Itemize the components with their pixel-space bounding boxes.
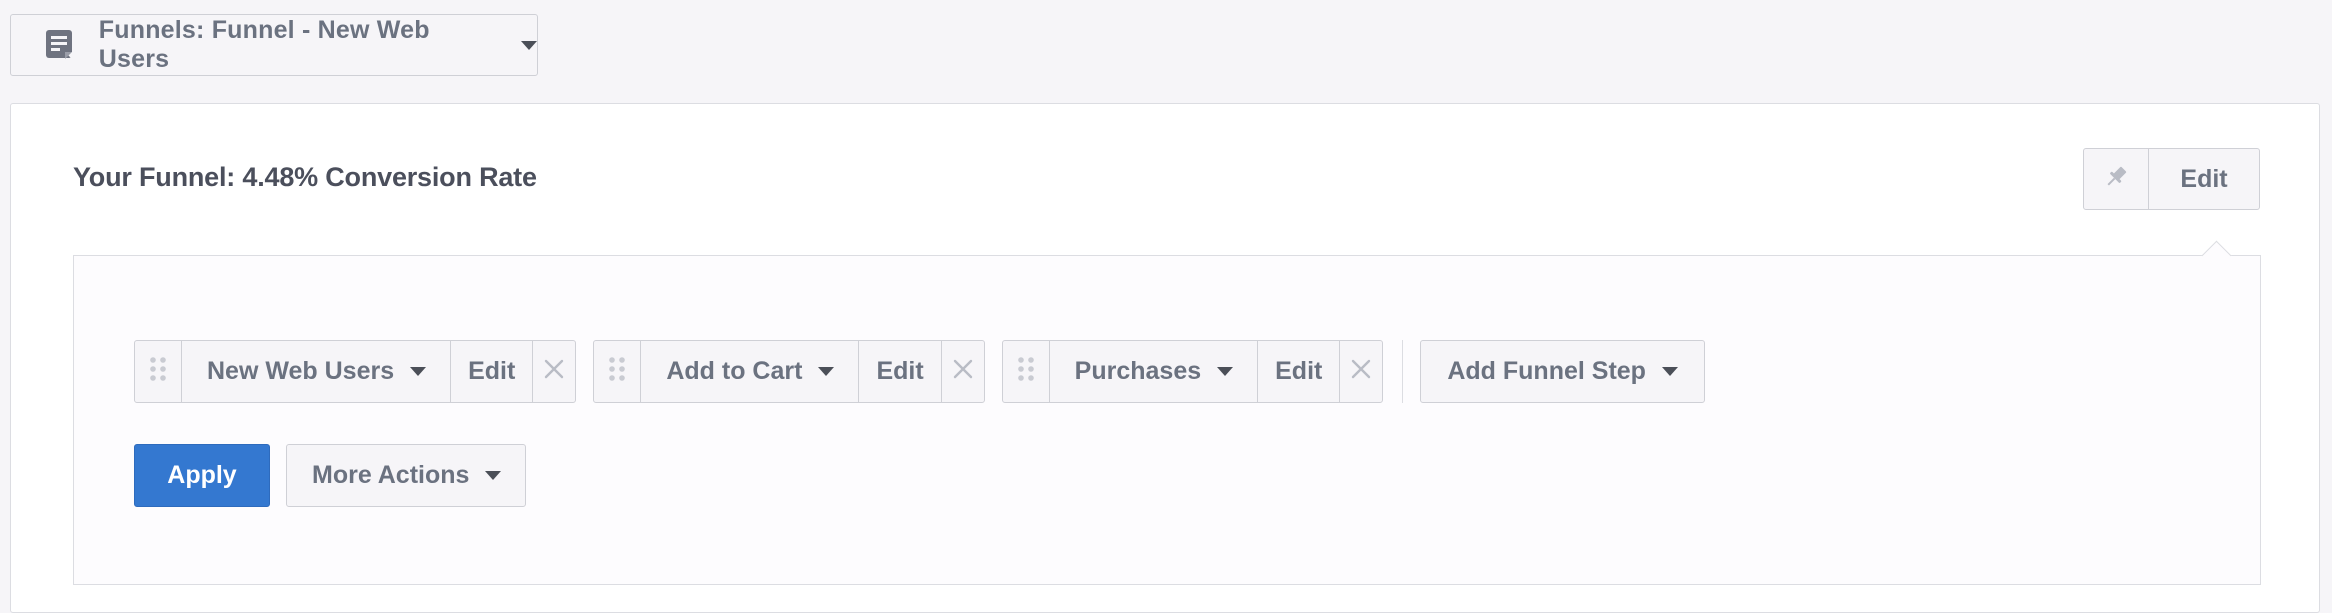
steps-divider [1402,340,1404,403]
remove-step-button[interactable] [1340,341,1382,402]
pin-button[interactable] [2084,149,2149,209]
document-icon [41,26,79,64]
panel-toolbar: Edit [2083,148,2260,210]
drag-handle[interactable] [594,341,642,402]
add-funnel-step-label: Add Funnel Step [1447,357,1646,385]
close-icon [952,358,974,385]
chevron-down-icon [485,471,502,480]
remove-step-button[interactable] [942,341,984,402]
step-edit-button[interactable]: Edit [859,341,942,402]
funnel-panel: Your Funnel: 4.48% Conversion Rate Edit [10,103,2320,613]
chevron-down-icon [521,40,537,50]
drag-handle[interactable] [135,341,182,402]
add-funnel-step-button[interactable]: Add Funnel Step [1420,340,1705,403]
pin-icon [2102,163,2130,196]
drag-handle-icon [149,356,167,387]
close-icon [1350,358,1372,385]
step-name: Add to Cart [666,357,803,385]
drag-handle-icon [1017,356,1035,387]
step-name: Purchases [1074,357,1202,385]
funnel-step: Add to Cart Edit [593,340,985,403]
apply-button[interactable]: Apply [134,444,270,507]
step-edit-button[interactable]: Edit [451,341,534,402]
funnel-step: Purchases Edit [1001,340,1384,403]
step-dropdown[interactable]: Add to Cart [641,341,860,402]
close-icon [543,358,565,385]
funnel-steps: New Web Users Edit Add to Cart Edit Purc… [134,340,1705,403]
panel-title: Your Funnel: 4.48% Conversion Rate [73,162,537,192]
funnel-step: New Web Users Edit [134,340,577,403]
chevron-down-icon [410,367,427,376]
actions-row: Apply More Actions [134,444,527,507]
chevron-down-icon [818,367,835,376]
more-actions-button[interactable]: More Actions [286,444,527,507]
step-dropdown[interactable]: New Web Users [182,341,452,402]
step-dropdown[interactable]: Purchases [1050,341,1259,402]
step-name: New Web Users [207,357,395,385]
step-edit-button[interactable]: Edit [1258,341,1341,402]
more-actions-label: More Actions [312,461,470,489]
drag-handle-icon [608,356,626,387]
chevron-down-icon [1661,367,1678,376]
drag-handle[interactable] [1003,341,1050,402]
funnel-selector[interactable]: Funnels: Funnel - New Web Users [10,14,538,76]
funnel-selector-label: Funnels: Funnel - New Web Users [98,16,430,73]
funnel-editor: New Web Users Edit Add to Cart Edit Purc… [73,255,2261,585]
chevron-down-icon [1217,367,1234,376]
panel-edit-button[interactable]: Edit [2149,149,2259,209]
remove-step-button[interactable] [533,341,575,402]
